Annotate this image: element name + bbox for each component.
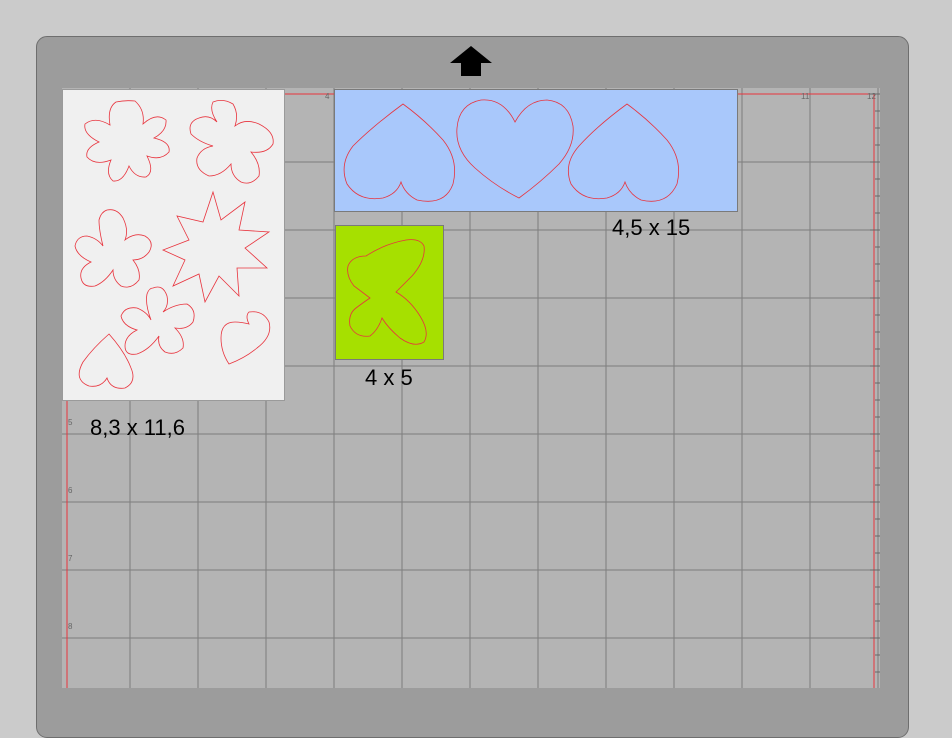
- heart-cut-shapes: [343, 99, 680, 202]
- butterfly-shape: [347, 239, 427, 345]
- sheet-flowers-hearts[interactable]: [62, 89, 285, 401]
- flower-heart-cut-shapes: [74, 100, 274, 389]
- flower-shape: [120, 286, 195, 355]
- heart-shape: [567, 103, 680, 202]
- ruler-left-8: 8: [68, 622, 73, 631]
- ruler-left-6: 6: [68, 486, 73, 495]
- flower-shape: [161, 190, 271, 304]
- butterfly-card[interactable]: [335, 225, 444, 360]
- flower-shape: [189, 100, 274, 184]
- arrow-up-icon[interactable]: [449, 45, 493, 77]
- butterfly-cut-shape: [347, 239, 427, 345]
- heart-shape: [343, 103, 456, 202]
- strip-hearts[interactable]: [334, 89, 738, 212]
- ruler-top-4: 4: [325, 92, 330, 101]
- size-label-sheet: 8,3 x 11,6: [90, 415, 185, 440]
- heart-shape: [78, 333, 134, 389]
- ruler-top-11: 11: [801, 92, 810, 101]
- ruler-left-7: 7: [68, 554, 73, 563]
- heart-shape: [456, 99, 574, 199]
- ruler-left-5: 5: [68, 418, 73, 427]
- flower-shape: [84, 100, 170, 182]
- ruler-top-12: 12: [867, 92, 876, 101]
- size-label-strip: 4,5 x 15: [612, 215, 691, 240]
- flower-shape: [74, 209, 152, 288]
- heart-shape: [220, 311, 271, 365]
- size-label-butterfly: 4 x 5: [365, 365, 413, 390]
